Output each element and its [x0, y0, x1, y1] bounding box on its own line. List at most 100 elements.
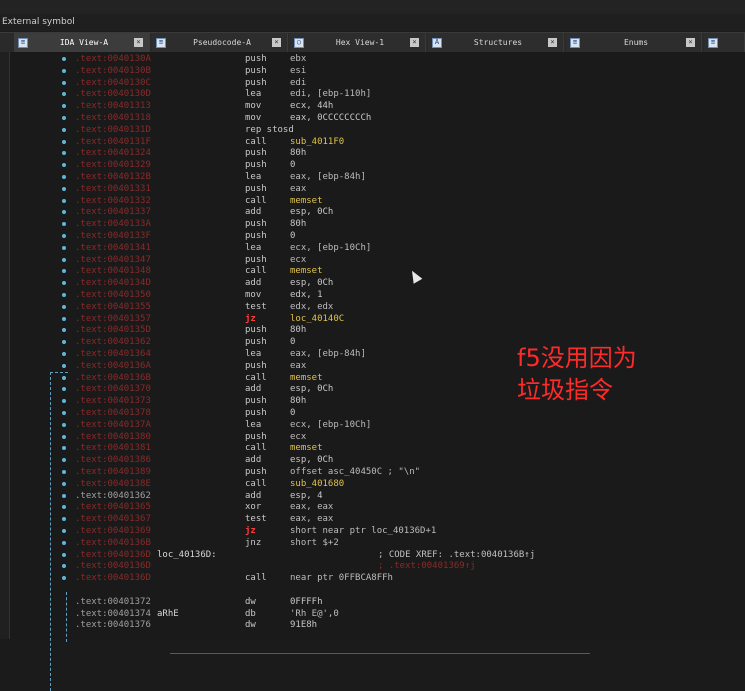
- code-operand[interactable]: 0: [290, 337, 295, 349]
- breakpoint-dot-icon[interactable]: [62, 399, 66, 404]
- code-line[interactable]: .text:0040130D lea edi, [ebp-110h]: [10, 89, 745, 101]
- code-operand[interactable]: edx, 1: [290, 290, 323, 302]
- breakpoint-dot-icon[interactable]: [62, 529, 66, 533]
- code-line[interactable]: .text:00401348 call memset: [10, 266, 745, 278]
- breakpoint-dot-icon[interactable]: [62, 210, 66, 215]
- code-operand[interactable]: sub_401680: [290, 479, 344, 491]
- code-line[interactable]: .text:0040137A lea ecx, [ebp-10Ch]: [10, 420, 745, 432]
- breakpoint-dot-icon[interactable]: [62, 116, 66, 120]
- code-line[interactable]: .text:0040131F call sub_4011F0: [10, 137, 745, 149]
- breakpoint-dot-icon[interactable]: [62, 316, 66, 321]
- breakpoint-dot-icon[interactable]: [62, 257, 66, 262]
- close-icon[interactable]: ×: [134, 38, 143, 47]
- code-operand[interactable]: memset: [290, 196, 323, 208]
- close-icon[interactable]: ×: [410, 38, 419, 47]
- breakpoint-dot-icon[interactable]: [62, 387, 66, 392]
- tab-structures[interactable]: A Structures ×: [428, 33, 564, 52]
- code-line[interactable]: .text:00401355 test edx, edx: [10, 302, 745, 314]
- breakpoint-dot-icon[interactable]: [62, 175, 66, 179]
- breakpoint-dot-icon[interactable]: [62, 493, 66, 498]
- code-line[interactable]: .text:00401389 push offset asc_40450C ; "\…: [10, 467, 745, 479]
- code-operand[interactable]: esp, 0Ch: [290, 384, 333, 396]
- code-line[interactable]: .text:00401313 mov ecx, 44h: [10, 101, 745, 113]
- breakpoint-dot-icon[interactable]: [62, 104, 66, 109]
- breakpoint-dot-icon[interactable]: [62, 304, 66, 309]
- tab-ida-view-a[interactable]: ≡ IDA View-A ×: [14, 33, 150, 52]
- breakpoint-dot-icon[interactable]: [62, 328, 66, 333]
- breakpoint-dot-icon[interactable]: [62, 552, 66, 557]
- code-operand[interactable]: edi, [ebp-110h]: [290, 89, 371, 101]
- code-line[interactable]: .text:0040135D push 80h: [10, 325, 745, 337]
- code-line[interactable]: .text:00401362 add esp, 4: [10, 491, 745, 503]
- code-line[interactable]: .text:00401365 xor eax, eax: [10, 502, 745, 514]
- breakpoint-dot-icon[interactable]: [62, 222, 66, 227]
- tab-enums[interactable]: ≡ Enums ×: [566, 33, 702, 52]
- breakpoint-dot-icon[interactable]: [62, 139, 66, 144]
- code-line[interactable]: .text:0040136D ; .text:00401369↑j: [10, 561, 745, 573]
- breakpoint-dot-icon[interactable]: [62, 434, 66, 439]
- code-operand[interactable]: short $+2: [290, 538, 339, 550]
- code-operand[interactable]: 0: [290, 160, 295, 172]
- code-line[interactable]: .text:0040138E call sub_401680: [10, 479, 745, 491]
- code-operand[interactable]: memset: [290, 373, 323, 385]
- code-operand[interactable]: offset asc_40450C ; "\n": [290, 467, 420, 479]
- code-line[interactable]: .text:00401372 dw 0FFFFh: [10, 597, 745, 609]
- code-line[interactable]: .text:00401378 push 0: [10, 408, 745, 420]
- code-operand[interactable]: eax: [290, 361, 306, 373]
- code-line[interactable]: .text:0040133A push 80h: [10, 219, 745, 231]
- code-line[interactable]: .text:00401350 mov edx, 1: [10, 290, 745, 302]
- breakpoint-dot-icon[interactable]: [62, 340, 66, 345]
- code-operand[interactable]: esp, 4: [290, 491, 323, 503]
- breakpoint-dot-icon[interactable]: [62, 151, 66, 156]
- code-operand[interactable]: 0: [290, 408, 295, 420]
- code-line[interactable]: .text:00401318 mov eax, 0CCCCCCCCh: [10, 113, 745, 125]
- breakpoint-dot-icon[interactable]: [62, 80, 66, 85]
- code-operand[interactable]: loc_40140C: [290, 314, 344, 326]
- code-operand[interactable]: sub_4011F0: [290, 137, 344, 149]
- code-line[interactable]: .text:0040133F push 0: [10, 231, 745, 243]
- breakpoint-dot-icon[interactable]: [62, 446, 66, 451]
- xref-comment[interactable]: ; CODE XREF: .text:0040136B↑j: [378, 550, 535, 562]
- breakpoint-dot-icon[interactable]: [62, 234, 66, 238]
- code-line[interactable]: .text:0040136B jnz short $+2: [10, 538, 745, 550]
- code-operand[interactable]: memset: [290, 266, 323, 278]
- code-line[interactable]: .text:0040130C push edi: [10, 78, 745, 90]
- code-line[interactable]: .text:00401324 push 80h: [10, 148, 745, 160]
- code-line[interactable]: .text:0040136D call near ptr 0FFBCA8FFh: [10, 573, 745, 585]
- code-line[interactable]: .text:00401357 jz loc_40140C: [10, 314, 745, 326]
- code-operand[interactable]: ecx: [290, 255, 306, 267]
- breakpoint-dot-icon[interactable]: [62, 505, 66, 510]
- code-line[interactable]: .text:0040134D add esp, 0Ch: [10, 278, 745, 290]
- breakpoint-dot-icon[interactable]: [62, 281, 66, 286]
- xref-comment[interactable]: ; .text:00401369↑j: [378, 561, 476, 573]
- code-line[interactable]: .text:00401367 test eax, eax: [10, 514, 745, 526]
- code-line[interactable]: .text:00401380 push ecx: [10, 432, 745, 444]
- breakpoint-dot-icon[interactable]: [62, 458, 66, 463]
- code-line[interactable]: .text:00401329 push 0: [10, 160, 745, 172]
- code-operand[interactable]: eax, eax: [290, 514, 333, 526]
- code-operand[interactable]: eax, [ebp-84h]: [290, 349, 366, 361]
- breakpoint-dot-icon[interactable]: [62, 375, 66, 380]
- breakpoint-dot-icon[interactable]: [62, 245, 66, 250]
- breakpoint-dot-icon[interactable]: [62, 163, 66, 168]
- code-operand[interactable]: eax, 0CCCCCCCCh: [290, 113, 371, 125]
- code-line[interactable]: .text:0040136D loc_40136D: ; CODE XREF: .t…: [10, 550, 745, 562]
- breakpoint-dot-icon[interactable]: [62, 127, 66, 132]
- tab-more[interactable]: ≡: [704, 33, 745, 52]
- code-operand[interactable]: 80h: [290, 148, 306, 160]
- code-operand[interactable]: ecx, 44h: [290, 101, 333, 113]
- breakpoint-dot-icon[interactable]: [62, 352, 66, 356]
- code-operand[interactable]: 91E8h: [290, 620, 317, 632]
- close-icon[interactable]: ×: [686, 38, 695, 47]
- code-operand[interactable]: 0: [290, 231, 295, 243]
- code-operand[interactable]: 'Rh E@',0: [290, 609, 339, 621]
- breakpoint-dot-icon[interactable]: [62, 517, 66, 522]
- code-line[interactable]: .text:0040131D rep stosd: [10, 125, 745, 137]
- breakpoint-dot-icon[interactable]: [62, 363, 66, 368]
- code-line[interactable]: .text:00401381 call memset: [10, 443, 745, 455]
- code-operand[interactable]: near ptr 0FFBCA8FFh: [290, 573, 393, 585]
- code-line[interactable]: .text:00401347 push ecx: [10, 255, 745, 267]
- code-operand[interactable]: 80h: [290, 219, 306, 231]
- code-operand[interactable]: ebx: [290, 54, 306, 66]
- close-icon[interactable]: ×: [272, 38, 281, 47]
